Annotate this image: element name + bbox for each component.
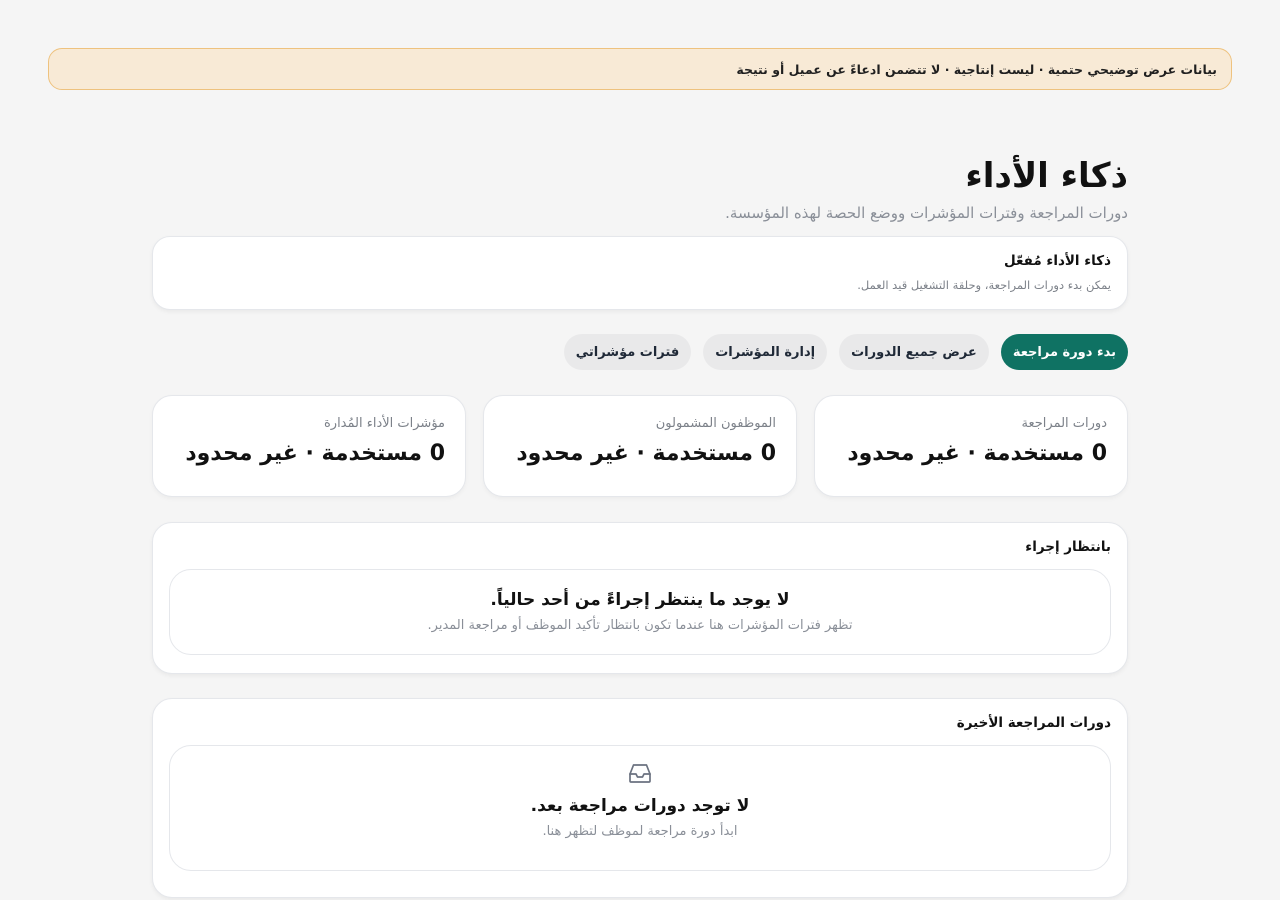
stat-card-managed-kpis: مؤشرات الأداء المُدارة 0 مستخدمة · غير م… bbox=[152, 395, 466, 497]
recent-cycles-panel: دورات المراجعة الأخيرة لا توجد دورات مرا… bbox=[152, 698, 1128, 898]
my-indicator-periods-button[interactable]: فترات مؤشراتي bbox=[563, 334, 692, 370]
recent-empty-state: لا توجد دورات مراجعة بعد. ابدأ دورة مراج… bbox=[169, 745, 1111, 871]
page-subtitle: دورات المراجعة وفترات المؤشرات ووضع الحص… bbox=[725, 204, 1128, 222]
demo-banner: بيانات عرض توضيحي حتمية · ليست إنتاجية ·… bbox=[48, 48, 1232, 90]
status-description: يمكن بدء دورات المراجعة، وحلقة التشغيل ق… bbox=[857, 278, 1111, 292]
pending-empty-state: لا يوجد ما ينتظر إجراءً من أحد حالياً. ت… bbox=[169, 569, 1111, 655]
stat-label: دورات المراجعة bbox=[1021, 416, 1107, 431]
demo-banner-text: بيانات عرض توضيحي حتمية · ليست إنتاجية ·… bbox=[736, 61, 1217, 77]
view-all-cycles-button[interactable]: عرض جميع الدورات bbox=[839, 334, 989, 370]
stats-row: دورات المراجعة 0 مستخدمة · غير محدود الم… bbox=[152, 395, 1128, 497]
status-card: ذكاء الأداء مُفعّل يمكن بدء دورات المراج… bbox=[152, 236, 1128, 310]
stat-card-covered-employees: الموظفون المشمولون 0 مستخدمة · غير محدود bbox=[483, 395, 797, 497]
stat-card-review-cycles: دورات المراجعة 0 مستخدمة · غير محدود bbox=[814, 395, 1128, 497]
pending-actions-panel: بانتظار إجراء لا يوجد ما ينتظر إجراءً من… bbox=[152, 522, 1128, 674]
status-title: ذكاء الأداء مُفعّل bbox=[1003, 253, 1111, 269]
main-content: ذكاء الأداء دورات المراجعة وفترات المؤشر… bbox=[152, 150, 1128, 898]
pending-empty-description: تظهر فترات المؤشرات هنا عندما تكون بانتظ… bbox=[427, 618, 853, 633]
page-title: ذكاء الأداء bbox=[965, 156, 1128, 196]
recent-empty-description: ابدأ دورة مراجعة لموظف لتظهر هنا. bbox=[542, 824, 738, 839]
inbox-icon bbox=[629, 764, 651, 783]
action-bar: بدء دورة مراجعة عرض جميع الدورات إدارة ا… bbox=[152, 334, 1128, 370]
start-review-cycle-button[interactable]: بدء دورة مراجعة bbox=[1000, 334, 1128, 370]
stat-value: 0 مستخدمة · غير محدود bbox=[185, 441, 445, 466]
recent-panel-title: دورات المراجعة الأخيرة bbox=[956, 715, 1111, 731]
stat-value: 0 مستخدمة · غير محدود bbox=[847, 441, 1107, 466]
pending-panel-title: بانتظار إجراء bbox=[1025, 539, 1111, 555]
stat-label: الموظفون المشمولون bbox=[655, 416, 776, 431]
manage-indicators-button[interactable]: إدارة المؤشرات bbox=[703, 334, 828, 370]
recent-empty-title: لا توجد دورات مراجعة بعد. bbox=[530, 796, 750, 816]
stat-value: 0 مستخدمة · غير محدود bbox=[516, 441, 776, 466]
stat-label: مؤشرات الأداء المُدارة bbox=[323, 416, 445, 431]
pending-empty-title: لا يوجد ما ينتظر إجراءً من أحد حالياً. bbox=[490, 590, 790, 610]
